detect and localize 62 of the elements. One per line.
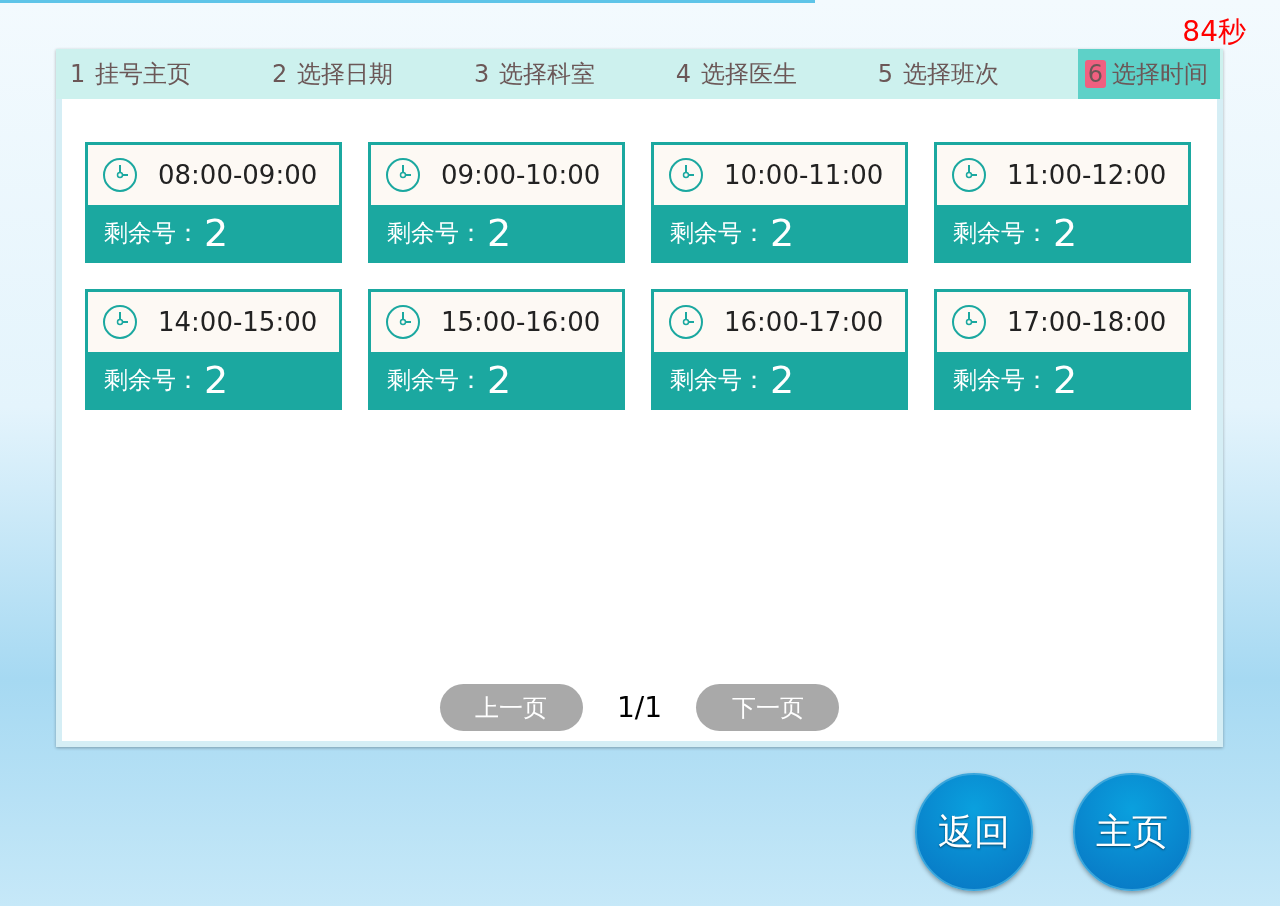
- time-slot-card[interactable]: 17:00-18:00 剩余号：2: [934, 289, 1191, 410]
- step-tab[interactable]: 6 选择时间: [1077, 49, 1220, 99]
- remaining-label: 剩余号：: [670, 217, 766, 249]
- remaining-label: 剩余号：: [104, 364, 200, 396]
- clock-icon: [951, 157, 987, 193]
- step-label: 选择日期: [297, 59, 394, 90]
- time-range: 10:00-11:00: [724, 160, 884, 190]
- clock-icon: [668, 304, 704, 340]
- remaining-count: 2: [204, 212, 229, 253]
- step-number: 3: [472, 60, 491, 88]
- remaining-label: 剩余号：: [670, 364, 766, 396]
- time-slot-card[interactable]: 16:00-17:00 剩余号：2: [651, 289, 908, 410]
- step-number: 2: [270, 60, 289, 88]
- countdown-timer: 84秒: [1182, 16, 1246, 47]
- step-tab[interactable]: 5 选择班次: [875, 49, 1014, 99]
- step-tab[interactable]: 1 挂号主页: [68, 49, 206, 99]
- time-slot-card[interactable]: 14:00-15:00 剩余号：2: [85, 289, 342, 410]
- remaining-label: 剩余号：: [953, 217, 1049, 249]
- clock-icon: [951, 304, 987, 340]
- remaining-count: 2: [1053, 212, 1078, 253]
- remaining-label: 剩余号：: [953, 364, 1049, 396]
- time-range: 14:00-15:00: [158, 307, 318, 337]
- clock-icon: [102, 304, 138, 340]
- clock-icon: [385, 304, 421, 340]
- remaining-count: 2: [487, 359, 512, 400]
- remaining-count: 2: [204, 359, 229, 400]
- step-number: 5: [876, 60, 895, 88]
- step-tab[interactable]: 2 选择日期: [269, 49, 408, 99]
- step-number: 6: [1084, 60, 1106, 88]
- back-button[interactable]: 返回: [915, 773, 1033, 891]
- clock-icon: [385, 157, 421, 193]
- time-slot-card[interactable]: 15:00-16:00 剩余号：2: [368, 289, 625, 410]
- remaining-label: 剩余号：: [387, 217, 483, 249]
- time-range: 09:00-10:00: [441, 160, 601, 190]
- step-label: 选择班次: [903, 59, 1000, 90]
- step-label: 选择时间: [1111, 59, 1208, 90]
- remaining-count: 2: [770, 212, 795, 253]
- step-number: 4: [674, 60, 693, 88]
- time-range: 11:00-12:00: [1007, 160, 1167, 190]
- step-label: 挂号主页: [95, 59, 192, 90]
- step-label: 选择科室: [499, 59, 596, 90]
- step-tab[interactable]: 4 选择医生: [673, 49, 812, 99]
- time-range: 08:00-09:00: [158, 160, 318, 190]
- page-indicator: 1/1: [616, 691, 663, 724]
- time-slot-card[interactable]: 10:00-11:00 剩余号：2: [651, 142, 908, 263]
- time-slot-card[interactable]: 11:00-12:00 剩余号：2: [934, 142, 1191, 263]
- time-range: 15:00-16:00: [441, 307, 601, 337]
- time-slot-card[interactable]: 09:00-10:00 剩余号：2: [368, 142, 625, 263]
- time-range: 17:00-18:00: [1007, 307, 1167, 337]
- remaining-count: 2: [487, 212, 512, 253]
- step-tab[interactable]: 3 选择科室: [471, 49, 610, 99]
- remaining-label: 剩余号：: [387, 364, 483, 396]
- home-button[interactable]: 主页: [1073, 773, 1191, 891]
- time-range: 16:00-17:00: [724, 307, 884, 337]
- clock-icon: [102, 157, 138, 193]
- step-number: 1: [69, 60, 87, 88]
- remaining-label: 剩余号：: [104, 217, 200, 249]
- step-label: 选择医生: [701, 59, 798, 90]
- time-slot-card[interactable]: 08:00-09:00 剩余号：2: [85, 142, 342, 263]
- clock-icon: [668, 157, 704, 193]
- remaining-count: 2: [1053, 359, 1078, 400]
- remaining-count: 2: [770, 359, 795, 400]
